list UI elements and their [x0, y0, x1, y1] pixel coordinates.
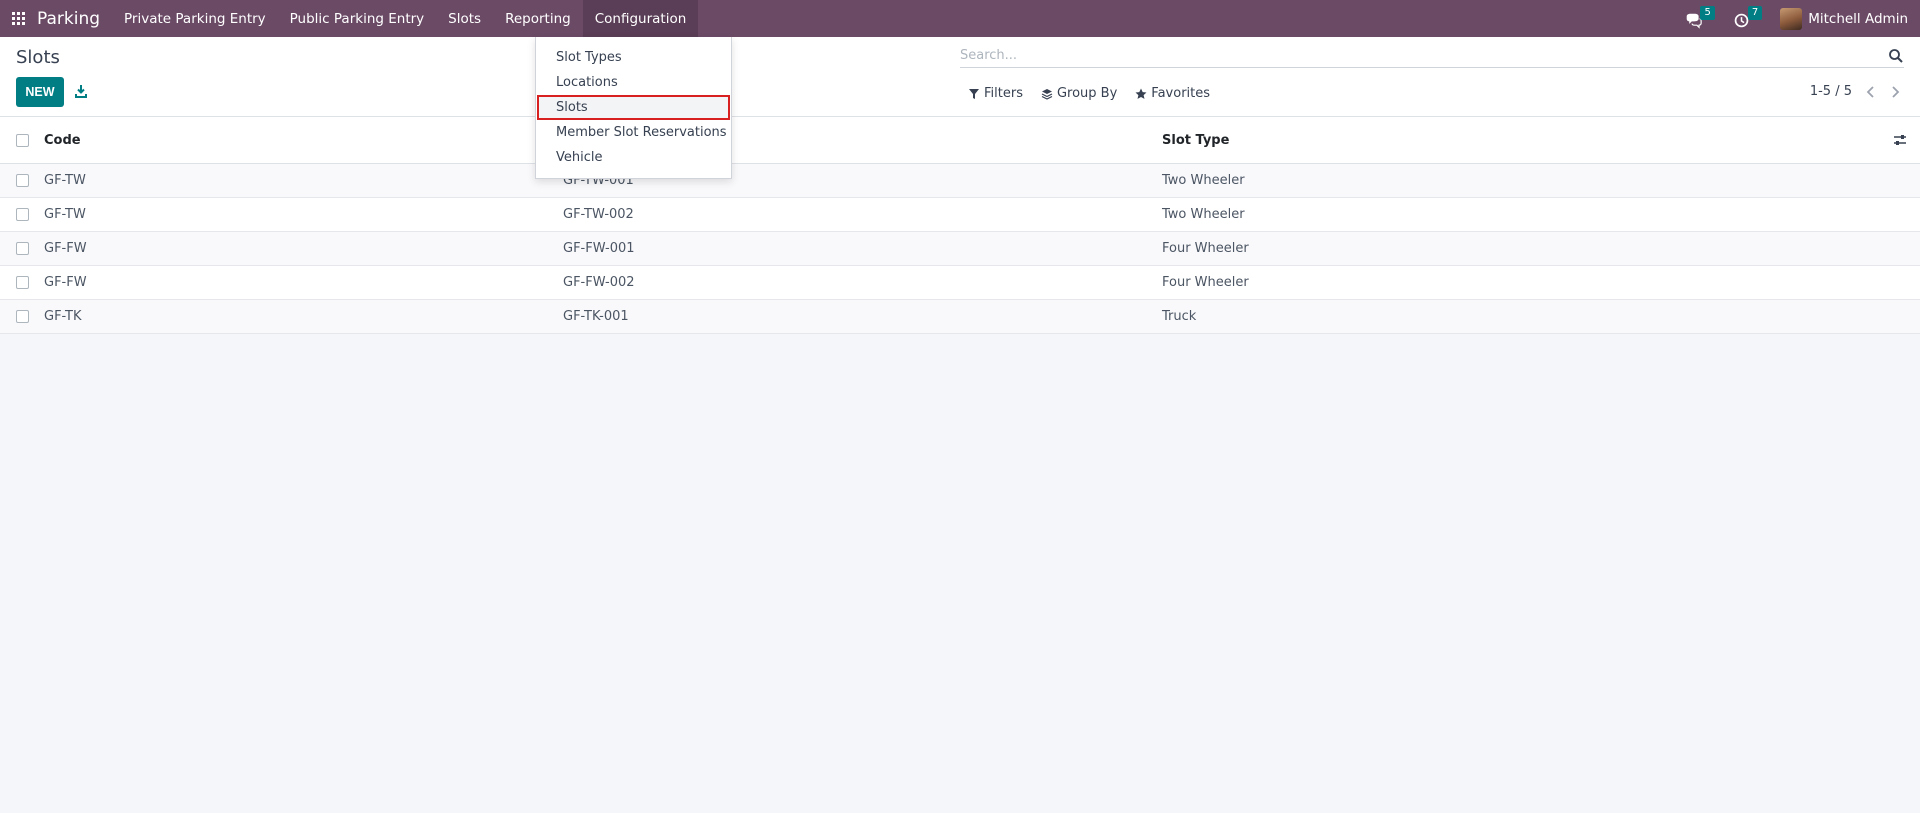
cell-name: GF-FW-001 [563, 241, 635, 256]
messages-button[interactable]: 5 [1685, 5, 1715, 29]
pager-value[interactable]: 1-5 / 5 [1810, 84, 1852, 99]
chevron-right-icon[interactable] [1890, 85, 1900, 98]
column-header-slot-type[interactable]: Slot Type [1162, 133, 1880, 148]
table-header: Code Name Slot Type [0, 117, 1920, 164]
avatar [1780, 7, 1803, 30]
filter-icon [969, 88, 979, 99]
download-icon[interactable] [73, 83, 89, 99]
new-button[interactable]: NEW [16, 77, 64, 107]
dropdown-item-member-slot-reservations[interactable]: Member Slot Reservations [536, 120, 731, 145]
table-row[interactable]: GF-TW GF-TW-002 Two Wheeler [0, 198, 1920, 232]
row-checkbox[interactable] [16, 208, 29, 221]
filters-button[interactable]: Filters [968, 86, 1023, 101]
cell-code: GF-TW [44, 173, 86, 188]
column-header-code[interactable]: Code [44, 133, 563, 148]
layers-icon [1041, 88, 1053, 100]
search-icon[interactable] [1888, 48, 1904, 64]
favorites-button[interactable]: Favorites [1135, 86, 1210, 101]
chevron-left-icon[interactable] [1866, 85, 1876, 98]
user-menu[interactable]: Mitchell Admin [1780, 7, 1908, 30]
messages-badge: 5 [1700, 5, 1715, 20]
row-checkbox[interactable] [16, 242, 29, 255]
page-title: Slots [16, 47, 60, 68]
favorites-label: Favorites [1151, 86, 1211, 101]
menu-slots[interactable]: Slots [436, 0, 493, 37]
table-row[interactable]: GF-FW GF-FW-001 Four Wheeler [0, 232, 1920, 266]
list-view: Code Name Slot Type GF-TW GF-TW-001 Two … [0, 117, 1920, 334]
cell-code: GF-TK [44, 309, 82, 324]
table-row[interactable]: GF-TW GF-TW-001 Two Wheeler [0, 164, 1920, 198]
cell-name: GF-TK-001 [563, 309, 629, 324]
configuration-dropdown: Slot Types Locations Slots Member Slot R… [535, 37, 732, 179]
cell-name: GF-FW-002 [563, 275, 635, 290]
dropdown-item-slots[interactable]: Slots [537, 95, 730, 120]
groupby-button[interactable]: Group By [1041, 86, 1117, 101]
row-checkbox[interactable] [16, 174, 29, 187]
menu-private-parking-entry[interactable]: Private Parking Entry [112, 0, 278, 37]
cell-slot-type: Four Wheeler [1162, 275, 1249, 290]
table-body: GF-TW GF-TW-001 Two Wheeler GF-TW GF-TW-… [0, 164, 1920, 334]
sliders-icon [1894, 135, 1906, 145]
row-checkbox[interactable] [16, 310, 29, 323]
systray: 5 7 Mitchell Admin [1685, 5, 1920, 30]
cell-slot-type: Four Wheeler [1162, 241, 1249, 256]
filters-label: Filters [984, 86, 1023, 101]
dropdown-item-vehicle[interactable]: Vehicle [536, 145, 731, 170]
activities-button[interactable]: 7 [1733, 5, 1763, 29]
row-checkbox[interactable] [16, 276, 29, 289]
pager: 1-5 / 5 [1810, 84, 1900, 99]
cell-slot-type: Truck [1162, 309, 1197, 324]
menu-reporting[interactable]: Reporting [493, 0, 583, 37]
search-options: Filters Group By Favorites [968, 86, 1210, 101]
dropdown-item-locations[interactable]: Locations [536, 70, 731, 95]
apps-menu-icon[interactable] [0, 0, 37, 37]
user-name: Mitchell Admin [1808, 10, 1908, 27]
menu-configuration[interactable]: Configuration [582, 0, 699, 37]
menu-public-parking-entry[interactable]: Public Parking Entry [278, 0, 437, 37]
activities-badge: 7 [1747, 5, 1763, 20]
groupby-label: Group By [1056, 86, 1118, 101]
app-name[interactable]: Parking [37, 9, 100, 29]
control-panel: Slots NEW Filters Group By Favorites [0, 37, 1920, 117]
cell-slot-type: Two Wheeler [1162, 173, 1245, 188]
cell-code: GF-FW [44, 275, 87, 290]
cell-name: GF-TW-002 [563, 207, 634, 222]
cell-code: GF-TW [44, 207, 86, 222]
search-bar [960, 44, 1904, 68]
cell-code: GF-FW [44, 241, 87, 256]
optional-columns-button[interactable] [1880, 134, 1920, 146]
search-input[interactable] [960, 48, 1888, 63]
select-all-checkbox[interactable] [16, 133, 29, 147]
star-icon [1135, 88, 1147, 99]
cell-slot-type: Two Wheeler [1162, 207, 1245, 222]
dropdown-item-slot-types[interactable]: Slot Types [536, 45, 731, 70]
table-row[interactable]: GF-FW GF-FW-002 Four Wheeler [0, 266, 1920, 300]
main-navbar: Parking Private Parking Entry Public Par… [0, 0, 1920, 37]
table-row[interactable]: GF-TK GF-TK-001 Truck [0, 300, 1920, 334]
